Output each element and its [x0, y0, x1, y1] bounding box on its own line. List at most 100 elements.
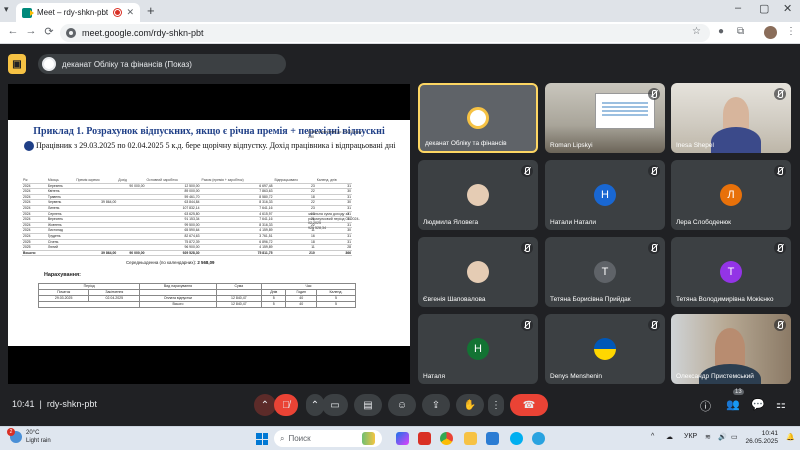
paragraph-text: Працівник з 29.03.2025 по 02.04.2025 5 к…: [36, 141, 396, 150]
participant-tile[interactable]: Л Лера Слободенюк: [671, 160, 791, 230]
participant-name: Євгенія Шаповалова: [423, 296, 486, 303]
mic-muted-icon: [648, 88, 660, 100]
system-clock[interactable]: 10:41 26.05.2025: [744, 430, 778, 446]
captions-icon[interactable]: ▤: [354, 394, 382, 416]
browser-tabstrip: ▾ Meet – rdy-shkn-pbt ✕ + – ▢ ✕: [0, 0, 800, 22]
search-placeholder: Поиск: [288, 434, 311, 443]
participant-name: Тетяна Борисівна Прийдак: [550, 296, 631, 303]
participant-tile[interactable]: Людмила Яловега: [418, 160, 538, 230]
site-info-icon[interactable]: [66, 28, 76, 38]
tray-chevron-icon[interactable]: ^: [651, 433, 654, 440]
browser-toolbar: ← → ⟳ meet.google.com/rdy-shkn-pbt ☆ ● ⧉…: [0, 22, 800, 44]
new-tab-button[interactable]: +: [147, 3, 155, 18]
forward-button[interactable]: →: [24, 25, 38, 37]
presenter-chip[interactable]: деканат Обліку та фінансів (Показ): [38, 54, 286, 74]
close-window-button[interactable]: ✕: [783, 2, 792, 15]
camera-icon[interactable]: ▭: [322, 394, 348, 416]
shared-document: Приклад 1. Розрахунок відпускних, якщо є…: [8, 120, 410, 346]
participant-avatar-photo: [467, 261, 489, 283]
participant-tile[interactable]: Олександр Пристемський: [671, 314, 791, 384]
emoji-icon[interactable]: ☺: [388, 394, 416, 416]
participant-tile[interactable]: Євгенія Шаповалова: [418, 237, 538, 307]
participant-name: Roman Lipskyi: [550, 142, 593, 149]
minimize-button[interactable]: –: [735, 2, 741, 14]
bookmark-star-icon[interactable]: ☆: [692, 26, 701, 37]
accrual-empty-cell: [37, 301, 141, 308]
participant-tile[interactable]: Denys Menshenin: [545, 314, 665, 384]
leave-call-icon[interactable]: ☎: [510, 394, 548, 416]
total-cell: 366: [315, 249, 352, 257]
participant-tile[interactable]: Т Тетяна Володимирівна Мокієнко: [671, 237, 791, 307]
onedrive-icon[interactable]: ☁: [666, 433, 673, 441]
accrual-total-cell: 40: [285, 301, 317, 308]
presenter-avatar: [42, 57, 56, 71]
participant-video-person: [723, 97, 749, 131]
back-button[interactable]: ←: [6, 25, 20, 37]
more-options-icon[interactable]: ⋮: [488, 394, 504, 416]
record-icon[interactable]: ●: [718, 26, 724, 37]
notifications-icon[interactable]: 🔔: [786, 433, 795, 441]
tab-close-icon[interactable]: ✕: [126, 7, 134, 18]
mic-options-button[interactable]: ⌃: [254, 394, 276, 416]
university-emblem-icon: [467, 107, 489, 129]
mic-muted-icon: [774, 165, 786, 177]
weather-widget[interactable]: 2 20°C Light rain: [7, 428, 51, 445]
battery-icon[interactable]: ▭: [731, 433, 738, 441]
mic-muted-icon: [774, 88, 786, 100]
side-note-top: Дохід включений до 2 2021 року 230: [308, 130, 368, 139]
participant-video-shirt: [711, 127, 761, 153]
meeting-details-icon[interactable]: ⓘ: [700, 398, 711, 414]
mic-off-icon[interactable]: 🎙̸: [274, 394, 298, 416]
chat-icon[interactable]: 💬: [751, 398, 765, 411]
telegram-icon[interactable]: [532, 432, 545, 445]
copilot-icon[interactable]: [396, 432, 409, 445]
present-screen-icon[interactable]: ⇪: [422, 394, 450, 416]
media-app-icon[interactable]: [418, 432, 431, 445]
file-explorer-icon[interactable]: [464, 432, 477, 445]
reload-button[interactable]: ⟳: [42, 25, 56, 38]
chrome-icon[interactable]: [440, 432, 453, 445]
participant-tile[interactable]: Н Наталя: [418, 314, 538, 384]
word-icon[interactable]: [486, 432, 499, 445]
widget-app-icon[interactable]: [362, 432, 375, 445]
participant-name: Людмила Яловега: [423, 219, 479, 226]
presenter-label: деканат Обліку та фінансів (Показ): [62, 59, 192, 69]
table-total-row: Всього: 39 864,00 90 000,00 929 528,30 75 81…: [22, 249, 352, 257]
people-icon[interactable]: 👥: [726, 398, 740, 411]
volume-icon[interactable]: 🔊: [718, 433, 727, 441]
participant-tile[interactable]: Inesa Shepel: [671, 83, 791, 153]
address-bar[interactable]: meet.google.com/rdy-shkn-pbt: [60, 24, 710, 42]
extensions-icon[interactable]: ⧉: [737, 26, 744, 37]
accrual-total-label: Всього: [139, 301, 217, 308]
raise-hand-icon[interactable]: ✋: [456, 394, 484, 416]
maximize-button[interactable]: ▢: [759, 2, 769, 15]
tab-meet[interactable]: Meet – rdy-shkn-pbt ✕: [16, 3, 140, 22]
participant-tile[interactable]: Н Натали Натали: [545, 160, 665, 230]
participant-tile[interactable]: деканат Обліку та фінансів: [418, 83, 538, 153]
mic-muted-icon: [774, 319, 786, 331]
browser-menu-icon[interactable]: ⋮: [786, 26, 796, 37]
participant-name: Denys Menshenin: [550, 373, 603, 380]
mic-muted-icon: [648, 165, 660, 177]
participant-tile[interactable]: Т Тетяна Борисівна Прийдак: [545, 237, 665, 307]
participant-name: деканат Обліку та фінансів: [425, 140, 507, 147]
start-button-icon[interactable]: [256, 433, 268, 445]
income-table: Рік Місяць Премія окремо Дохід Основний заро…: [22, 178, 352, 257]
participant-video-person: [715, 328, 745, 368]
participants-count-badge: 13: [733, 389, 744, 395]
activities-icon[interactable]: ⚏: [776, 398, 786, 411]
participant-avatar-photo: [467, 184, 489, 206]
side-note-top-value: 230: [308, 134, 314, 139]
total-cell: Всього:: [22, 249, 47, 257]
skype-icon[interactable]: [510, 432, 523, 445]
participant-tile[interactable]: Roman Lipskyi: [545, 83, 665, 153]
average-daily-line: Середньоденна (по календарних): 2 568,09: [126, 260, 214, 265]
language-indicator[interactable]: УКР: [684, 433, 697, 440]
document-paragraph: Працівник з 29.03.2025 по 02.04.2025 5 к…: [8, 138, 410, 151]
presentation-stage[interactable]: Приклад 1. Розрахунок відпускних, якщо є…: [8, 84, 410, 384]
profile-avatar[interactable]: [764, 26, 777, 39]
windows-taskbar: 2 20°C Light rain ⌕ Поиск ^ ☁ УКР ≋ 🔊 ▭ …: [0, 426, 800, 450]
wifi-icon[interactable]: ≋: [705, 433, 711, 441]
tab-search-icon[interactable]: ▾: [4, 4, 14, 16]
mic-muted-icon: [648, 242, 660, 254]
